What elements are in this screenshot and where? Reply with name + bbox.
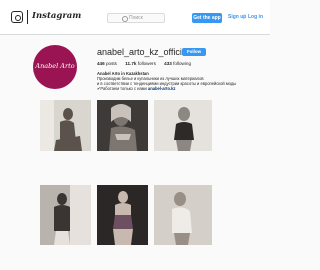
photo-image [40, 100, 91, 151]
profile-stats: 446 posts 11.7k followers 433 following [97, 61, 198, 66]
instagram-wordmark[interactable]: Instagram [32, 11, 81, 21]
get-the-app-button[interactable]: Get the app [192, 13, 222, 23]
search-input[interactable]: Поиск [107, 13, 165, 23]
following-stat[interactable]: 433 following [164, 61, 191, 66]
post-thumbnail[interactable] [154, 100, 212, 151]
photo-image [154, 185, 212, 245]
follow-button[interactable]: Follow [182, 48, 206, 56]
photo-image [40, 185, 91, 245]
post-thumbnail[interactable] [154, 185, 212, 245]
auth-separator: / [243, 14, 245, 20]
post-thumbnail[interactable] [40, 185, 91, 245]
followers-stat[interactable]: 11.7k followers [125, 61, 156, 66]
bio-website-link[interactable]: anabel-arto.kz [148, 86, 176, 91]
posts-stat: 446 posts [97, 61, 117, 66]
search-icon [122, 16, 128, 22]
instagram-camera-icon[interactable] [11, 11, 23, 23]
avatar-logo-text: Anabel Arto [35, 62, 75, 70]
search-placeholder: Поиск [129, 15, 143, 21]
log-in-link[interactable]: Log in [248, 14, 263, 20]
photo-image [97, 100, 148, 151]
profile-bio: Anabel Arto in Kazakhstan Производим бел… [97, 71, 267, 91]
logo-divider [27, 10, 28, 24]
post-thumbnail[interactable] [40, 100, 91, 151]
profile-avatar[interactable]: Anabel Arto [33, 45, 77, 89]
photo-image [154, 100, 212, 151]
photo-image [97, 185, 148, 245]
post-thumbnail[interactable] [97, 185, 148, 245]
bio-line-with-link: ✔Работаем только с нами anabel-arto.kz [97, 86, 176, 91]
profile-username: anabel_arto_kz_official [97, 47, 189, 57]
top-navigation-bar: Instagram Поиск Get the app Sign up / Lo… [0, 0, 270, 35]
post-thumbnail[interactable] [97, 100, 148, 151]
